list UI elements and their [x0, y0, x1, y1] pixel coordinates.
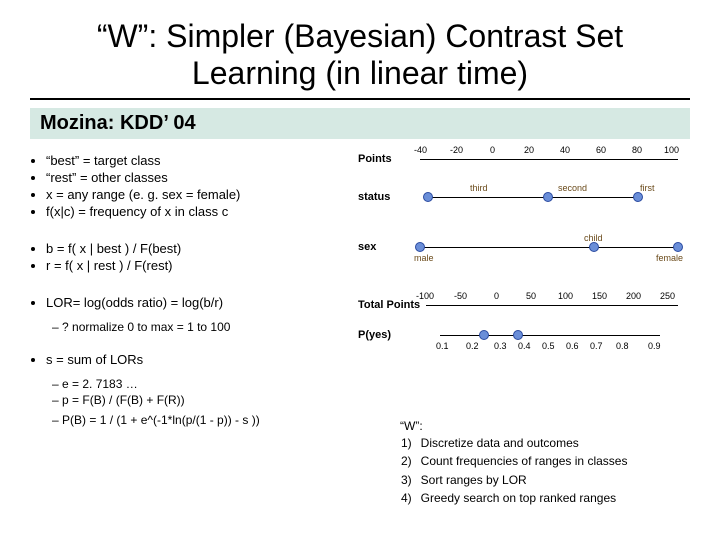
tot-t3: 50	[526, 291, 536, 301]
pts-t7: 100	[664, 145, 679, 155]
pts-t2: 0	[490, 145, 495, 155]
w-n3: 3)	[400, 471, 420, 489]
w-t3: Sort ranges by LOR	[420, 471, 629, 489]
py-t8: 0.9	[648, 341, 661, 351]
pts-t1: -20	[450, 145, 463, 155]
pts-t3: 20	[524, 145, 534, 155]
axis-points	[420, 159, 678, 160]
lor-formula: LOR= log(odds ratio) = log(b/r)	[46, 295, 358, 310]
pts-t5: 60	[596, 145, 606, 155]
py-t7: 0.8	[616, 341, 629, 351]
tot-t5: 150	[592, 291, 607, 301]
py-t4: 0.5	[542, 341, 555, 351]
tot-t1: -50	[454, 291, 467, 301]
lor-list: LOR= log(odds ratio) = log(b/r)	[46, 295, 358, 310]
body-row: “best” = target class “rest” = other cla…	[0, 149, 720, 433]
tot-t6: 200	[626, 291, 641, 301]
pts-t6: 80	[632, 145, 642, 155]
val-male: male	[414, 253, 434, 263]
def-fxc: f(x|c) = frequency of x in class c	[46, 204, 358, 219]
py-t0: 0.1	[436, 341, 449, 351]
w-algorithm-box: “W”: 1)Discretize data and outcomes 2)Co…	[400, 418, 700, 507]
slide: “W”: Simpler (Bayesian) Contrast Set Lea…	[0, 0, 720, 540]
py-t1: 0.2	[466, 341, 479, 351]
slide-title: “W”: Simpler (Bayesian) Contrast Set Lea…	[0, 0, 720, 98]
val-third: third	[470, 183, 488, 193]
axis-status	[428, 197, 638, 198]
s-p: p = F(B) / (F(B) + F(R))	[52, 393, 358, 407]
tot-t0: -100	[416, 291, 434, 301]
w-steps-table: 1)Discretize data and outcomes 2)Count f…	[400, 434, 628, 507]
right-column: Points -40 -20 0 20 40 60 80 100 status …	[358, 149, 692, 433]
val-female: female	[656, 253, 683, 263]
left-column: “best” = target class “rest” = other cla…	[28, 149, 358, 433]
s-sub-list: e = 2. 7183 … p = F(B) / (F(B) + F(R))	[52, 377, 358, 407]
marker-status-first	[633, 192, 643, 202]
axis-pyes	[440, 335, 660, 336]
tot-t4: 100	[558, 291, 573, 301]
tot-t2: 0	[494, 291, 499, 301]
val-child: child	[584, 233, 603, 243]
marker-sex-child	[589, 242, 599, 252]
w-t4: Greedy search on top ranked ranges	[420, 489, 629, 507]
val-first: first	[640, 183, 655, 193]
axis-total	[426, 305, 678, 306]
s-sub-list-2: P(B) = 1 / (1 + e^(-1*ln(p/(1 - p)) - s …	[52, 413, 358, 427]
py-t3: 0.4	[518, 341, 531, 351]
s-line: s = sum of LORs	[46, 352, 358, 367]
w-t1: Discretize data and outcomes	[420, 434, 629, 452]
label-points: Points	[358, 153, 392, 165]
s-pb: P(B) = 1 / (1 + e^(-1*ln(p/(1 - p)) - s …	[52, 413, 358, 427]
tot-t7: 250	[660, 291, 675, 301]
w-n1: 1)	[400, 434, 420, 452]
marker-status-second	[543, 192, 553, 202]
def-best: “best” = target class	[46, 153, 358, 168]
definitions-list: “best” = target class “rest” = other cla…	[46, 153, 358, 219]
s-e: e = 2. 7183 …	[52, 377, 358, 391]
lor-sub-list: ? normalize 0 to max = 1 to 100	[52, 320, 358, 334]
nomogram: Points -40 -20 0 20 40 60 80 100 status …	[358, 149, 688, 359]
b-formula: b = f( x | best ) / F(best)	[46, 241, 358, 256]
label-total: Total Points	[358, 299, 420, 311]
marker-pyes-1	[479, 330, 489, 340]
w-head: “W”:	[400, 418, 700, 434]
marker-sex-male	[415, 242, 425, 252]
py-t2: 0.3	[494, 341, 507, 351]
r-formula: r = f( x | rest ) / F(rest)	[46, 258, 358, 273]
label-sex: sex	[358, 241, 376, 253]
axis-sex	[420, 247, 678, 248]
label-status: status	[358, 191, 390, 203]
lor-normalize: ? normalize 0 to max = 1 to 100	[52, 320, 358, 334]
subtitle-bar: Mozina: KDD’ 04	[30, 108, 690, 139]
def-x: x = any range (e. g. sex = female)	[46, 187, 358, 202]
marker-sex-female	[673, 242, 683, 252]
pts-t0: -40	[414, 145, 427, 155]
title-underline	[30, 98, 690, 100]
marker-status-third	[423, 192, 433, 202]
py-t6: 0.7	[590, 341, 603, 351]
s-list: s = sum of LORs	[46, 352, 358, 367]
w-n4: 4)	[400, 489, 420, 507]
br-list: b = f( x | best ) / F(best) r = f( x | r…	[46, 241, 358, 273]
w-t2: Count frequencies of ranges in classes	[420, 452, 629, 470]
label-pyes: P(yes)	[358, 329, 391, 341]
val-second: second	[558, 183, 587, 193]
w-n2: 2)	[400, 452, 420, 470]
def-rest: “rest” = other classes	[46, 170, 358, 185]
py-t5: 0.6	[566, 341, 579, 351]
marker-pyes-2	[513, 330, 523, 340]
pts-t4: 40	[560, 145, 570, 155]
